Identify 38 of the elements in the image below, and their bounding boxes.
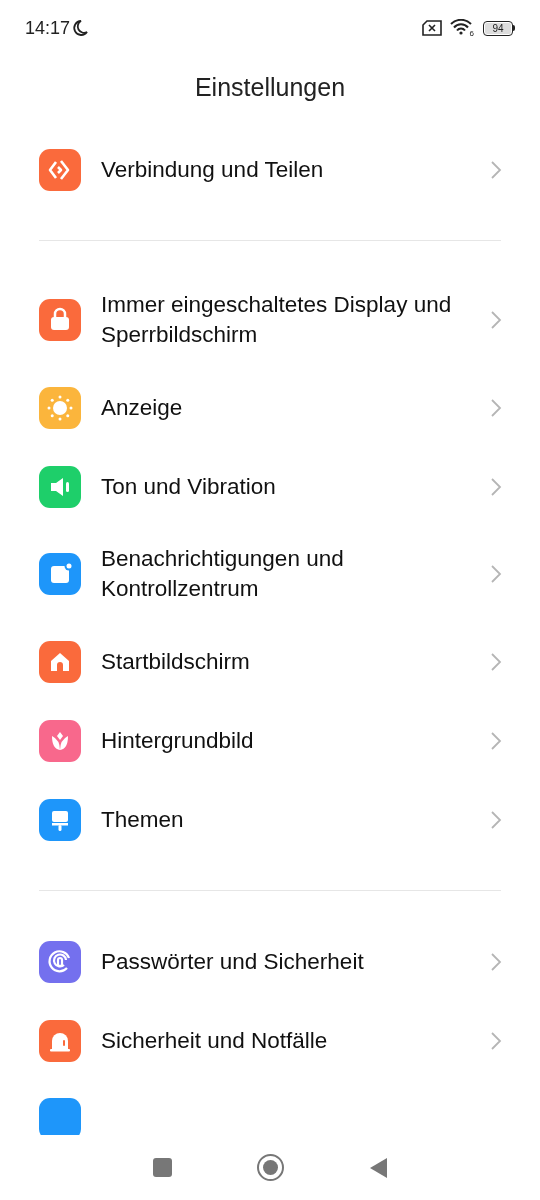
- settings-item[interactable]: Verbindung und Teilen: [0, 130, 540, 209]
- settings-item[interactable]: Immer eingeschaltetes Display und Sperrbildschirm: [0, 272, 540, 368]
- no-sim-icon: [422, 20, 442, 36]
- item-label: Anzeige: [101, 393, 184, 422]
- settings-item[interactable]: Ton und Vibration: [0, 447, 540, 526]
- chevron-icon: [490, 951, 502, 972]
- settings-item[interactable]: Sicherheit und Notfälle: [0, 1001, 540, 1080]
- chevron-icon: [490, 310, 502, 330]
- chevron-icon: [490, 159, 502, 180]
- settings-item[interactable]: Hintergrundbild: [0, 701, 540, 780]
- item-label: Immer eingeschaltetes Display und Sperrbildschirm: [101, 291, 453, 349]
- chevron-icon: [490, 651, 502, 672]
- item-label: Startbildschirm: [101, 647, 251, 676]
- item-label: Verbindung und Teilen: [101, 155, 325, 184]
- settings-item[interactable]: Startbildschirm: [0, 622, 540, 701]
- chevron-icon: [490, 397, 502, 418]
- item-label: Themen: [101, 805, 185, 834]
- moon-icon: [72, 19, 89, 37]
- status-time: 14:17: [25, 16, 71, 40]
- item-label: Ton und Vibration: [101, 472, 277, 501]
- item-label: Benachrichtigungen und Kontrollzentrum: [101, 545, 345, 603]
- item-label: Sicherheit und Notfälle: [101, 1026, 329, 1055]
- item-label: Passwörter und Sicherheit: [101, 947, 365, 976]
- back-button[interactable]: [368, 1156, 388, 1179]
- battery-icon: 94: [483, 20, 515, 36]
- chevron-icon: [490, 564, 502, 584]
- settings-item[interactable]: Themen: [0, 780, 540, 859]
- home-button[interactable]: [256, 1154, 284, 1181]
- recents-button[interactable]: [152, 1158, 172, 1177]
- settings-item[interactable]: Benachrichtigungen und Kontrollzentrum: [0, 526, 540, 622]
- chevron-icon: [490, 730, 502, 751]
- settings-item[interactable]: Passwörter und Sicherheit: [0, 922, 540, 1001]
- settings-item[interactable]: Anzeige: [0, 368, 540, 447]
- page-title: Einstellungen: [194, 72, 346, 104]
- chevron-icon: [490, 1030, 502, 1051]
- chevron-icon: [490, 809, 502, 830]
- item-label: Hintergrundbild: [101, 726, 255, 755]
- chevron-icon: [490, 476, 502, 497]
